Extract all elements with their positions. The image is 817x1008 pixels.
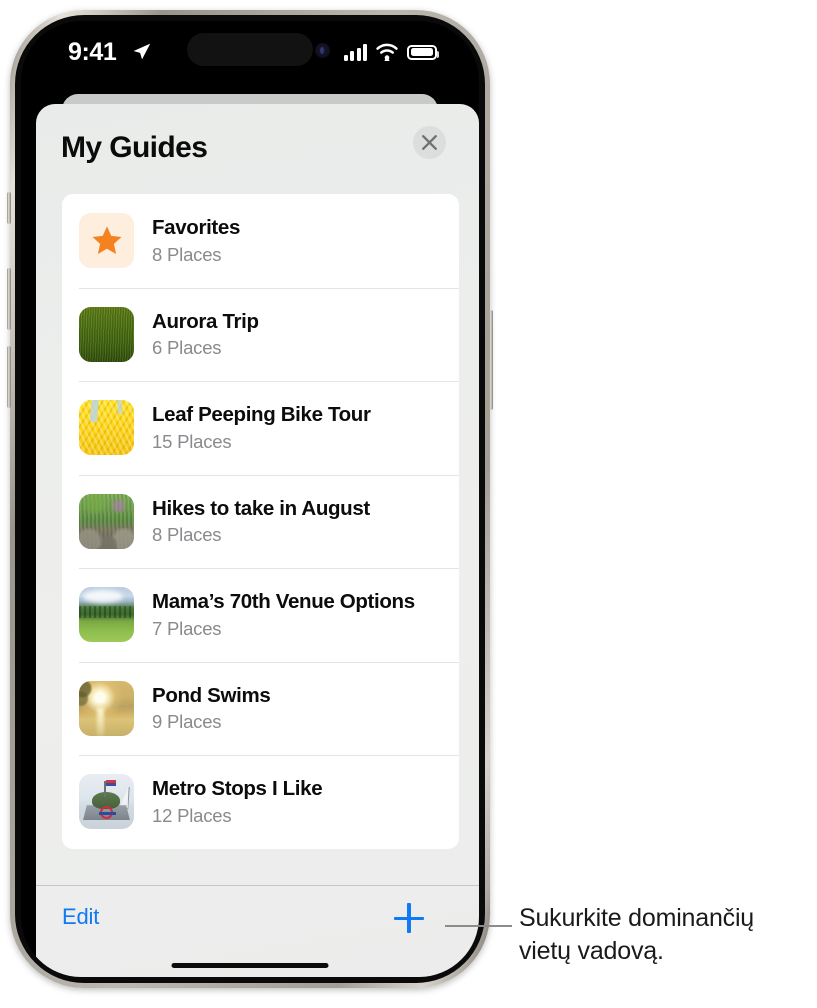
list-item[interactable]: Hikes to take in August 8 Places [62, 474, 459, 569]
volume-down-button[interactable] [7, 346, 11, 408]
list-item-places: 15 Places [152, 430, 232, 452]
list-item[interactable]: Mama’s 70th Venue Options 7 Places [62, 568, 459, 662]
add-guide-button[interactable] [394, 903, 424, 933]
status-bar-time: 9:41 [68, 38, 117, 66]
page-title: My Guides [61, 131, 208, 164]
list-item-title: Aurora Trip [152, 309, 259, 333]
front-camera-icon [315, 43, 330, 58]
list-item-text: Aurora Trip 6 Places [152, 310, 259, 359]
dynamic-island [187, 33, 313, 66]
list-item-places: 7 Places [152, 617, 222, 639]
device-screen: 9:41 My Guides Favorites 8 Places Aurora… [21, 21, 479, 977]
sunset-lake-thumbnail [79, 680, 134, 736]
my-guides-sheet: My Guides Favorites 8 Places Aurora Trip… [36, 104, 479, 977]
list-item-title: Favorites [152, 216, 240, 240]
list-item[interactable]: Pond Swims 9 Places [62, 661, 459, 756]
list-item-places: 9 Places [152, 711, 222, 733]
list-item-title: Metro Stops I Like [152, 777, 323, 801]
favorites-star-thumbnail [79, 213, 134, 269]
list-item-text: Leaf Peeping Bike Tour 15 Places [152, 403, 371, 452]
guides-list: Favorites 8 Places Aurora Trip 6 Places [62, 194, 459, 849]
screenshot-canvas: 9:41 My Guides Favorites 8 Places Aurora… [0, 0, 817, 1008]
list-item-places: 8 Places [152, 524, 222, 546]
monument-harbor-thumbnail [79, 774, 134, 830]
mute-switch-button[interactable] [7, 192, 11, 224]
meadow-clouds-thumbnail [79, 587, 134, 643]
battery-full-icon [407, 44, 439, 60]
callout-leader-line [445, 925, 512, 927]
iphone-device-frame: 9:41 My Guides Favorites 8 Places Aurora… [7, 10, 493, 988]
list-item-text: Metro Stops I Like 12 Places [152, 777, 323, 826]
list-item-text: Mama’s 70th Venue Options 7 Places [152, 590, 415, 639]
forest-trail-thumbnail [79, 493, 134, 549]
cellular-signal-icon [343, 43, 367, 61]
star-icon [92, 226, 121, 254]
side-power-button[interactable] [489, 310, 493, 410]
list-item[interactable]: Aurora Trip 6 Places [62, 287, 459, 382]
list-item-text: Pond Swims 9 Places [152, 683, 271, 733]
list-item-title: Pond Swims [152, 683, 271, 707]
callout-annotation: Sukurkite dominančių vietų vadovą. [519, 904, 755, 966]
list-item-places: 12 Places [152, 804, 232, 826]
wifi-icon [376, 43, 398, 61]
list-item-places: 8 Places [152, 243, 222, 265]
list-item[interactable]: Metro Stops I Like 12 Places [62, 755, 459, 849]
green-field-thumbnail [79, 306, 134, 362]
sheet-header: My Guides [36, 104, 479, 180]
volume-up-button[interactable] [7, 268, 11, 330]
location-arrow-icon [133, 43, 151, 60]
list-item-title: Hikes to take in August [152, 496, 370, 520]
list-item-title: Mama’s 70th Venue Options [152, 590, 415, 614]
status-bar-indicators [343, 43, 439, 61]
edit-button[interactable]: Edit [62, 904, 99, 930]
home-indicator[interactable] [171, 962, 329, 968]
list-item[interactable]: Leaf Peeping Bike Tour 15 Places [62, 381, 459, 475]
list-item[interactable]: Favorites 8 Places [62, 194, 459, 288]
list-item-places: 6 Places [152, 337, 222, 359]
yellow-autumn-leaves-thumbnail [79, 400, 134, 456]
list-item-text: Favorites 8 Places [152, 216, 240, 265]
close-icon [422, 135, 437, 150]
close-button[interactable] [413, 126, 446, 159]
list-item-title: Leaf Peeping Bike Tour [152, 403, 371, 427]
list-item-text: Hikes to take in August 8 Places [152, 497, 370, 546]
